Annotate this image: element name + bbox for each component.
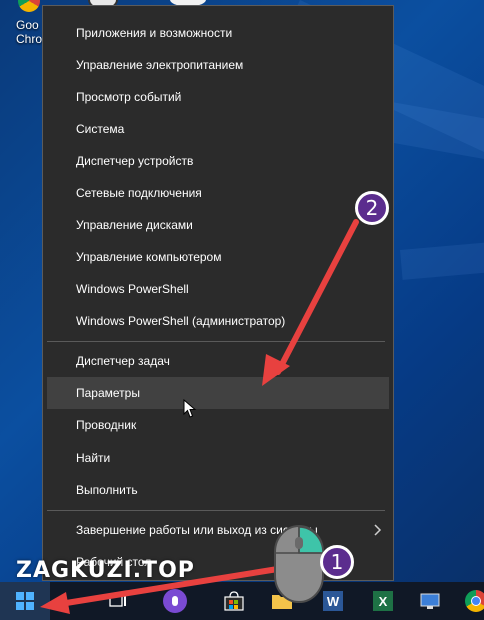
cortana-button[interactable] [155,582,195,620]
chrome-icon [465,590,484,612]
menu-item-label: Управление компьютером [76,250,222,264]
store-icon [224,591,244,611]
menu-item-powershell-admin[interactable]: Windows PowerShell (администратор) [47,305,389,337]
word-icon: W [323,591,343,611]
desktop-icon-chrome[interactable] [12,0,42,16]
desktop-icon-label: Goo Chro [16,18,43,46]
chevron-right-icon [374,524,382,536]
menu-item-event-viewer[interactable]: Просмотр событий [47,81,389,113]
menu-item-file-explorer[interactable]: Проводник [47,409,389,441]
cortana-mic-icon [163,589,187,613]
watermark: ZAGKUZI.TOP [16,558,195,583]
menu-item-label: Управление электропитанием [76,58,244,72]
mouse-cursor-icon [183,399,197,418]
menu-item-settings[interactable]: Параметры [47,377,389,409]
menu-item-label: Проводник [76,418,137,432]
store-button[interactable] [214,582,254,620]
menu-item-powershell[interactable]: Windows PowerShell [47,273,389,305]
menu-item-computer-management[interactable]: Управление компьютером [47,241,389,273]
menu-item-device-manager[interactable]: Диспетчер устройств [47,145,389,177]
menu-item-label: Приложения и возможности [76,26,233,40]
menu-item-shutdown-signout[interactable]: Завершение работы или выход из системы [47,514,389,546]
start-button[interactable] [0,582,50,620]
network-app-button[interactable] [410,582,450,620]
menu-separator [47,341,385,342]
menu-item-apps-features[interactable]: Приложения и возможности [47,17,389,49]
menu-item-label: Windows PowerShell (администратор) [76,314,286,328]
menu-item-system[interactable]: Система [47,113,389,145]
excel-icon: X [373,591,393,611]
menu-item-label: Выполнить [76,483,138,497]
menu-item-label: Параметры [76,386,140,400]
winx-context-menu: Приложения и возможности Управление элек… [42,5,394,581]
network-icon [420,593,440,609]
menu-item-label: Windows PowerShell [76,282,189,296]
menu-item-task-manager[interactable]: Диспетчер задач [47,345,389,377]
menu-item-network-connections[interactable]: Сетевые подключения [47,177,389,209]
taskbar: W X [0,582,484,620]
mouse-illustration-icon [274,525,324,603]
menu-item-label: Найти [76,451,111,465]
desktop-light-ray [400,232,484,280]
menu-item-label: Просмотр событий [76,90,182,104]
annotation-badge-2: 2 [355,191,389,225]
menu-separator [47,510,385,511]
chrome-button[interactable] [456,582,484,620]
menu-item-search[interactable]: Найти [47,442,389,474]
annotation-badge-1: 1 [320,545,354,579]
task-view-icon [109,595,126,607]
chrome-icon [18,0,40,12]
windows-start-icon [16,592,34,610]
menu-item-label: Диспетчер задач [76,354,170,368]
menu-item-power-options[interactable]: Управление электропитанием [47,49,389,81]
excel-button[interactable]: X [363,582,403,620]
menu-item-run[interactable]: Выполнить [47,474,389,506]
menu-item-label: Система [76,122,125,136]
menu-item-label: Диспетчер устройств [76,154,194,168]
task-view-button[interactable] [98,582,138,620]
menu-item-label: Управление дисками [76,218,193,232]
menu-item-disk-management[interactable]: Управление дисками [47,209,389,241]
menu-item-label: Сетевые подключения [76,186,202,200]
